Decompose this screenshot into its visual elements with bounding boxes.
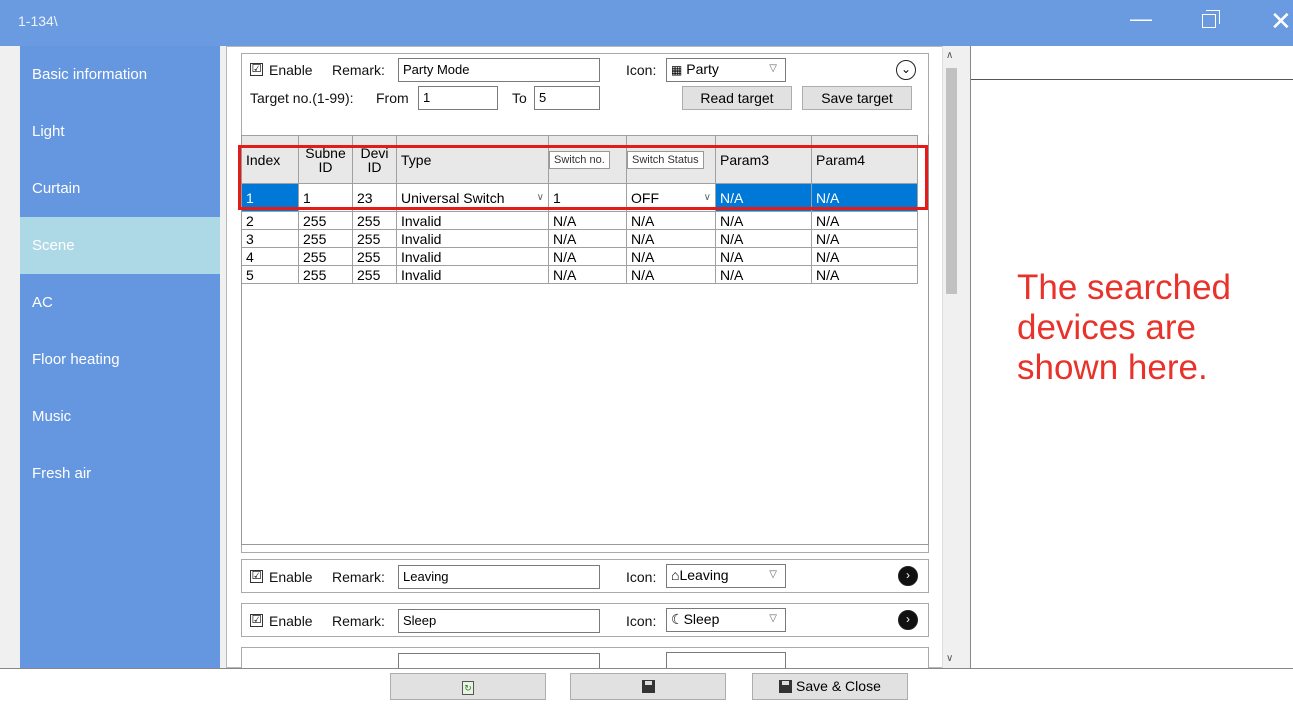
target-label: Target no.(1-99): bbox=[250, 90, 354, 106]
expand-arrow-icon[interactable]: › bbox=[898, 610, 918, 630]
enable-checkbox[interactable]: ☑ bbox=[250, 63, 263, 76]
maximize-icon[interactable] bbox=[1202, 10, 1220, 28]
refresh-button[interactable]: ↻ bbox=[390, 673, 546, 700]
enable-label: Enable bbox=[269, 62, 313, 78]
remark-input[interactable]: Sleep bbox=[398, 609, 600, 633]
chevron-down-circle-icon[interactable]: ⌄ bbox=[896, 60, 916, 80]
scene-panel: ☑ Enable Remark: Party Mode Icon: ▦ Part… bbox=[226, 46, 942, 670]
chevron-down-icon: ▽ bbox=[769, 63, 777, 74]
sidebar-item-curtain[interactable]: Curtain bbox=[20, 160, 220, 217]
to-input[interactable]: 5 bbox=[534, 86, 600, 110]
icon-select[interactable]: ⌂Leaving ▽ bbox=[666, 564, 786, 588]
remark-label: Remark: bbox=[332, 62, 385, 78]
vertical-scrollbar[interactable]: ∧ ∨ bbox=[942, 46, 959, 668]
sidebar-item-scene[interactable]: Scene bbox=[20, 217, 220, 274]
remark-input[interactable]: Leaving bbox=[398, 565, 600, 589]
icon-label: Icon: bbox=[626, 569, 657, 585]
icon-select-value: Sleep bbox=[683, 611, 720, 627]
enable-checkbox[interactable]: ☑ bbox=[250, 614, 263, 627]
icon-label: Icon: bbox=[626, 62, 657, 78]
from-input[interactable]: 1 bbox=[418, 86, 498, 110]
title-bar: 1-134\ — ✕ bbox=[0, 0, 1293, 46]
sidebar-item-music[interactable]: Music bbox=[20, 388, 220, 445]
chevron-down-icon: ▽ bbox=[769, 613, 777, 624]
enable-checkbox[interactable]: ☑ bbox=[250, 570, 263, 583]
sidebar-item-ac[interactable]: AC bbox=[20, 274, 220, 331]
icon-select-value: Party bbox=[686, 61, 719, 77]
save-icon bbox=[779, 680, 793, 693]
scroll-up-icon[interactable]: ∧ bbox=[946, 50, 953, 61]
sidebar-item-basic-information[interactable]: Basic information bbox=[20, 46, 220, 103]
divider bbox=[971, 79, 1293, 80]
scene-partial bbox=[241, 647, 929, 670]
refresh-icon: ↻ bbox=[462, 681, 474, 695]
table-frame bbox=[241, 135, 929, 545]
enable-label: Enable bbox=[269, 569, 313, 585]
save-icon bbox=[641, 680, 655, 693]
chevron-down-icon: ▽ bbox=[769, 569, 777, 580]
remark-input[interactable]: Party Mode bbox=[398, 58, 600, 82]
sidebar-item-floor-heating[interactable]: Floor heating bbox=[20, 331, 220, 388]
sidebar-item-fresh-air[interactable]: Fresh air bbox=[20, 445, 220, 502]
annotation-text: The searched devices are shown here. bbox=[1017, 268, 1232, 387]
minimize-icon[interactable]: — bbox=[1130, 6, 1152, 32]
remark-label: Remark: bbox=[332, 569, 385, 585]
bottom-bar: ↻ Save & Close bbox=[0, 668, 1293, 704]
sidebar-item-light[interactable]: Light bbox=[20, 103, 220, 160]
save-close-button[interactable]: Save & Close bbox=[752, 673, 908, 700]
scroll-down-icon[interactable]: ∨ bbox=[946, 653, 953, 664]
enable-label: Enable bbox=[269, 613, 313, 629]
scene-sleep: ☑ Enable Remark: Sleep Icon: ☾Sleep ▽ › bbox=[241, 603, 929, 637]
sidebar: Basic information Light Curtain Scene AC… bbox=[20, 46, 220, 668]
icon-select[interactable]: ☾Sleep ▽ bbox=[666, 608, 786, 632]
icon-label: Icon: bbox=[626, 613, 657, 629]
icon-select-value: Leaving bbox=[679, 567, 729, 583]
moon-icon: ☾ bbox=[671, 611, 684, 627]
save-button[interactable] bbox=[570, 673, 726, 700]
remark-label: Remark: bbox=[332, 613, 385, 629]
scene-leaving: ☑ Enable Remark: Leaving Icon: ⌂Leaving … bbox=[241, 559, 929, 593]
close-icon[interactable]: ✕ bbox=[1270, 6, 1292, 37]
from-label: From bbox=[376, 90, 409, 106]
device-search-panel: The searched devices are shown here. bbox=[970, 46, 1293, 668]
icon-select[interactable]: ▦ Party ▽ bbox=[666, 58, 786, 82]
to-label: To bbox=[512, 90, 527, 106]
window-title: 1-134\ bbox=[18, 13, 58, 29]
party-icon: ▦ bbox=[671, 63, 683, 77]
read-target-button[interactable]: Read target bbox=[682, 86, 792, 110]
expand-arrow-icon[interactable]: › bbox=[898, 566, 918, 586]
scroll-thumb[interactable] bbox=[946, 68, 957, 294]
save-target-button[interactable]: Save target bbox=[802, 86, 912, 110]
